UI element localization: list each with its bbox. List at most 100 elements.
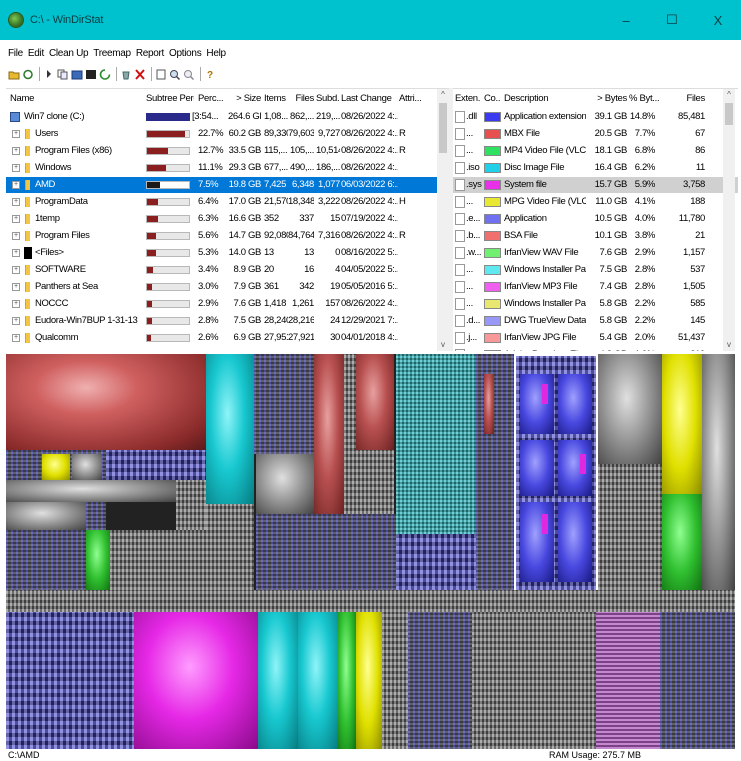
col-header-description[interactable]: Description [504, 89, 548, 109]
treemap-block[interactable] [6, 612, 134, 749]
treemap-block[interactable] [660, 612, 735, 749]
expand-toggle-icon[interactable]: + [12, 147, 20, 155]
directory-row[interactable]: + Windows 11.1% 29.3 GB 677,... 490,... 186,..… [6, 160, 449, 176]
directory-row[interactable]: + Program Files 5.6% 14.7 GB92,08084,7647,3… [6, 228, 449, 244]
col-header-extension[interactable]: Exten... [455, 89, 481, 109]
treemap-block[interactable] [6, 590, 735, 612]
treemap-block[interactable] [596, 612, 660, 749]
extension-row[interactable]: ... MP4 Video File (VLC) 18.1 GB 6.8% 86 [453, 143, 738, 159]
extension-row[interactable]: .b... BSA File 10.1 GB 3.8% 21 [453, 228, 738, 244]
treemap-block[interactable] [338, 612, 356, 749]
treemap-block[interactable] [176, 480, 206, 530]
menu-clean-up[interactable]: Clean Up [49, 48, 89, 59]
directory-row[interactable]: + Users 22.7% 60.2 GB89,33079,6039,72708/26… [6, 126, 449, 142]
expand-toggle-icon[interactable]: + [12, 283, 20, 291]
directory-scrollbar[interactable]: ^ v [437, 89, 449, 351]
minimize-button[interactable]: – [603, 0, 649, 40]
col-header-color[interactable]: Co... [484, 89, 501, 109]
expand-toggle-icon[interactable]: + [12, 164, 20, 172]
directory-row[interactable]: + Panthers at Sea 3.0% 7.9 GB 361 342 19 05/05/… [6, 279, 449, 295]
treemap-block[interactable] [42, 454, 70, 480]
directory-row[interactable]: + Qualcomm 2.6% 6.9 GB27,95127,921 3004/01/2… [6, 330, 449, 346]
col-header-subtree[interactable]: Subtree Perc... [146, 89, 194, 109]
treemap-block[interactable] [258, 612, 298, 749]
extension-row[interactable]: .sys System file 15.7 GB 5.9% 3,758 [453, 177, 738, 193]
expand-icon[interactable] [43, 67, 55, 81]
directory-row[interactable]: +1temp 6.3% 16.6 GB 352 337 15 07/19/2022 4:..… [6, 211, 449, 227]
maximize-button[interactable]: ☐ [649, 0, 695, 40]
directory-row[interactable]: + SOFTWARE 3.4% 8.9 GB 20 16 4 04/05/2022 5:... [6, 262, 449, 278]
extension-row[interactable]: ... MPG Video File (VLC) 11.0 GB 4.1% 188 [453, 194, 738, 210]
expand-toggle-icon[interactable]: + [12, 130, 20, 138]
close-button[interactable]: X [695, 0, 741, 40]
scroll-down-icon[interactable]: v [723, 339, 735, 351]
scroll-up-icon[interactable]: ^ [723, 89, 735, 101]
scroll-thumb[interactable] [439, 103, 447, 153]
treemap-block[interactable] [396, 354, 476, 534]
scroll-down-icon[interactable]: v [437, 339, 449, 351]
treemap[interactable] [6, 354, 735, 749]
scroll-up-icon[interactable]: ^ [437, 89, 449, 101]
treemap-block[interactable] [6, 502, 86, 530]
directory-row[interactable]: + AMD 7.5% 19.8 GB 7,425 6,348 1,077 06/03/2022… [6, 177, 449, 193]
expand-toggle-icon[interactable]: + [12, 215, 20, 223]
treemap-block[interactable] [6, 480, 176, 502]
col-header-attributes[interactable]: Attri... [399, 89, 427, 109]
extension-row[interactable]: .j... IrfanView JPG File 5.4 GB 2.0% 51,437 [453, 330, 738, 346]
treemap-block[interactable] [254, 354, 314, 454]
expand-toggle-icon[interactable]: + [12, 317, 20, 325]
treemap-block[interactable] [408, 612, 472, 749]
directory-row[interactable]: + NOCCC 2.9% 7.6 GB 1,418 1,261 157 08/26/2022 … [6, 296, 449, 312]
extension-scrollbar[interactable]: ^ v [723, 89, 735, 351]
menu-options[interactable]: Options [169, 48, 202, 59]
col-header-bytes[interactable]: > Bytes [583, 89, 627, 109]
zoom-out-icon[interactable] [183, 67, 195, 81]
extension-row[interactable]: .w... IrfanView WAV File 7.6 GB 2.9% 1,157 [453, 245, 738, 261]
open-icon[interactable] [8, 67, 20, 81]
expand-toggle-icon[interactable]: + [12, 181, 20, 189]
directory-row[interactable]: + Program Files (x86) 12.7% 33.5 GB 115,... 1… [6, 143, 449, 159]
extension-row[interactable]: .p... Adobe Premiere Elem...4.8 GB1.9% 219 [453, 347, 738, 351]
col-header-name[interactable]: Name [10, 89, 34, 109]
extension-row[interactable]: ... IrfanView MP3 File 7.4 GB 2.8% 1,505 [453, 279, 738, 295]
treemap-block[interactable] [382, 612, 408, 749]
treemap-block[interactable] [396, 534, 476, 590]
treemap-block[interactable] [86, 530, 110, 590]
treemap-block[interactable] [256, 454, 314, 514]
treemap-block[interactable] [206, 354, 254, 504]
extension-row[interactable]: .e... Application 10.5 GB 4.0% 11,780 [453, 211, 738, 227]
extension-row[interactable]: ... Windows Installer Patch 7.5 GB 2.8% 537 [453, 262, 738, 278]
col-header-last-change[interactable]: Last Change [341, 89, 398, 109]
treemap-block[interactable] [6, 354, 206, 450]
directory-row[interactable]: + ProgramData 6.4% 17.0 GB21,57018,3483,222… [6, 194, 449, 210]
treemap-block[interactable] [598, 464, 662, 590]
menu-treemap[interactable]: Treemap [93, 48, 131, 59]
expand-toggle-icon[interactable]: + [12, 249, 20, 257]
treemap-block[interactable] [476, 354, 516, 590]
col-header-subdirs[interactable]: Subd... [316, 89, 340, 109]
treemap-block[interactable] [256, 514, 396, 590]
refresh-selected-icon[interactable] [99, 67, 111, 81]
treemap-block[interactable] [206, 504, 254, 590]
treemap-block[interactable] [662, 354, 702, 494]
col-header-percent-bytes[interactable]: % Byt... [629, 89, 663, 109]
col-header-files[interactable]: Files [288, 89, 314, 109]
menu-edit[interactable]: Edit [28, 48, 44, 59]
treemap-block[interactable] [484, 374, 494, 434]
cmd-icon[interactable] [85, 67, 97, 81]
expand-toggle-icon[interactable]: + [12, 198, 20, 206]
refresh-icon[interactable] [22, 67, 34, 81]
extension-row[interactable]: ... Windows Installer Pac... 5.8 GB 2.2% 585 [453, 296, 738, 312]
extension-list[interactable]: Exten... Co... Description > Bytes % Byt… [453, 88, 738, 351]
treemap-block[interactable] [298, 612, 338, 749]
directory-row[interactable]: +Eudora-Win7BUP 1-31-132.8%7.5 GB28,2402… [6, 313, 449, 329]
treemap-block[interactable] [356, 612, 382, 749]
zoom-in-icon[interactable] [169, 67, 181, 81]
expand-toggle-icon[interactable]: + [12, 334, 20, 342]
treemap-block[interactable] [702, 354, 735, 590]
menu-report[interactable]: Report [136, 48, 165, 59]
extension-row[interactable]: ... MBX File 20.5 GB 7.7% 67 [453, 126, 738, 142]
recycle-icon[interactable] [120, 67, 132, 81]
scroll-thumb[interactable] [725, 103, 733, 125]
treemap-block[interactable] [314, 354, 344, 514]
